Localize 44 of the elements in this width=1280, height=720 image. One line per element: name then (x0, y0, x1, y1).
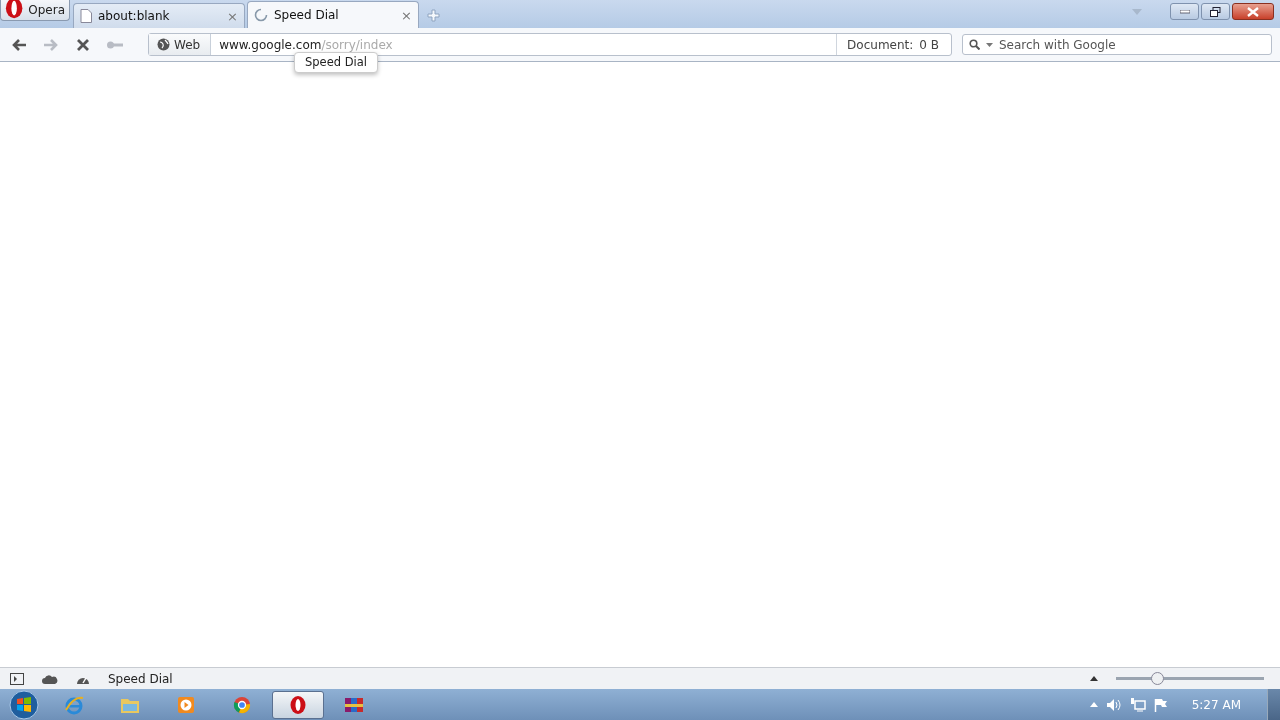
url-text: www.google.com/sorry/index (218, 36, 394, 54)
opera-logo-icon (5, 0, 24, 20)
close-button[interactable] (1232, 3, 1274, 20)
document-label: Document: (847, 37, 914, 52)
taskbar-app-button[interactable] (272, 690, 324, 719)
search-icon (969, 39, 980, 50)
web-badge[interactable]: Web (149, 34, 212, 55)
opera-menu-button[interactable]: Opera (0, 0, 70, 21)
restore-button[interactable] (1201, 3, 1230, 20)
play-icon (177, 695, 195, 714)
show-desktop-button[interactable] (1267, 689, 1280, 720)
back-arrow-icon (11, 37, 27, 52)
forward-arrow-icon (43, 37, 59, 52)
collapse-up-icon[interactable] (1090, 676, 1098, 681)
speaker-icon[interactable] (1105, 697, 1122, 712)
windows-orb-icon (8, 689, 40, 720)
tab-title: Speed Dial (274, 8, 340, 22)
browser-tab[interactable]: Speed Dial × (247, 1, 419, 28)
opera-icon (289, 694, 307, 715)
globe-icon (157, 38, 170, 51)
close-icon (1247, 6, 1259, 17)
tab-title: about:blank (98, 9, 171, 23)
restore-icon (1210, 6, 1221, 17)
panel-toggle-icon[interactable] (10, 672, 24, 685)
status-text: Speed Dial (108, 671, 173, 686)
browser-tab[interactable]: about:blank × (73, 3, 245, 28)
zoom-slider-thumb[interactable] (1151, 672, 1165, 685)
books-icon (344, 695, 364, 714)
minimize-icon (1179, 9, 1190, 14)
document-size: 0 B (919, 37, 939, 52)
chrome-icon (233, 695, 251, 714)
flag-icon[interactable] (1153, 697, 1168, 712)
stop-icon (77, 38, 89, 51)
close-tab-button[interactable]: × (401, 7, 412, 23)
new-tab-icon[interactable] (427, 9, 440, 22)
network-icon[interactable] (1129, 697, 1146, 712)
key-icon (106, 39, 124, 50)
cloud-icon[interactable] (42, 673, 58, 684)
close-tab-button[interactable]: × (227, 8, 238, 24)
search-field[interactable]: Search with Google (962, 34, 1272, 55)
tooltip: Speed Dial (294, 52, 378, 73)
dropdown-caret-icon[interactable] (986, 42, 993, 47)
tray-expand-icon[interactable] (1089, 702, 1098, 707)
address-field[interactable]: Web www.google.com/sorry/index Document: 0 B (148, 33, 952, 56)
